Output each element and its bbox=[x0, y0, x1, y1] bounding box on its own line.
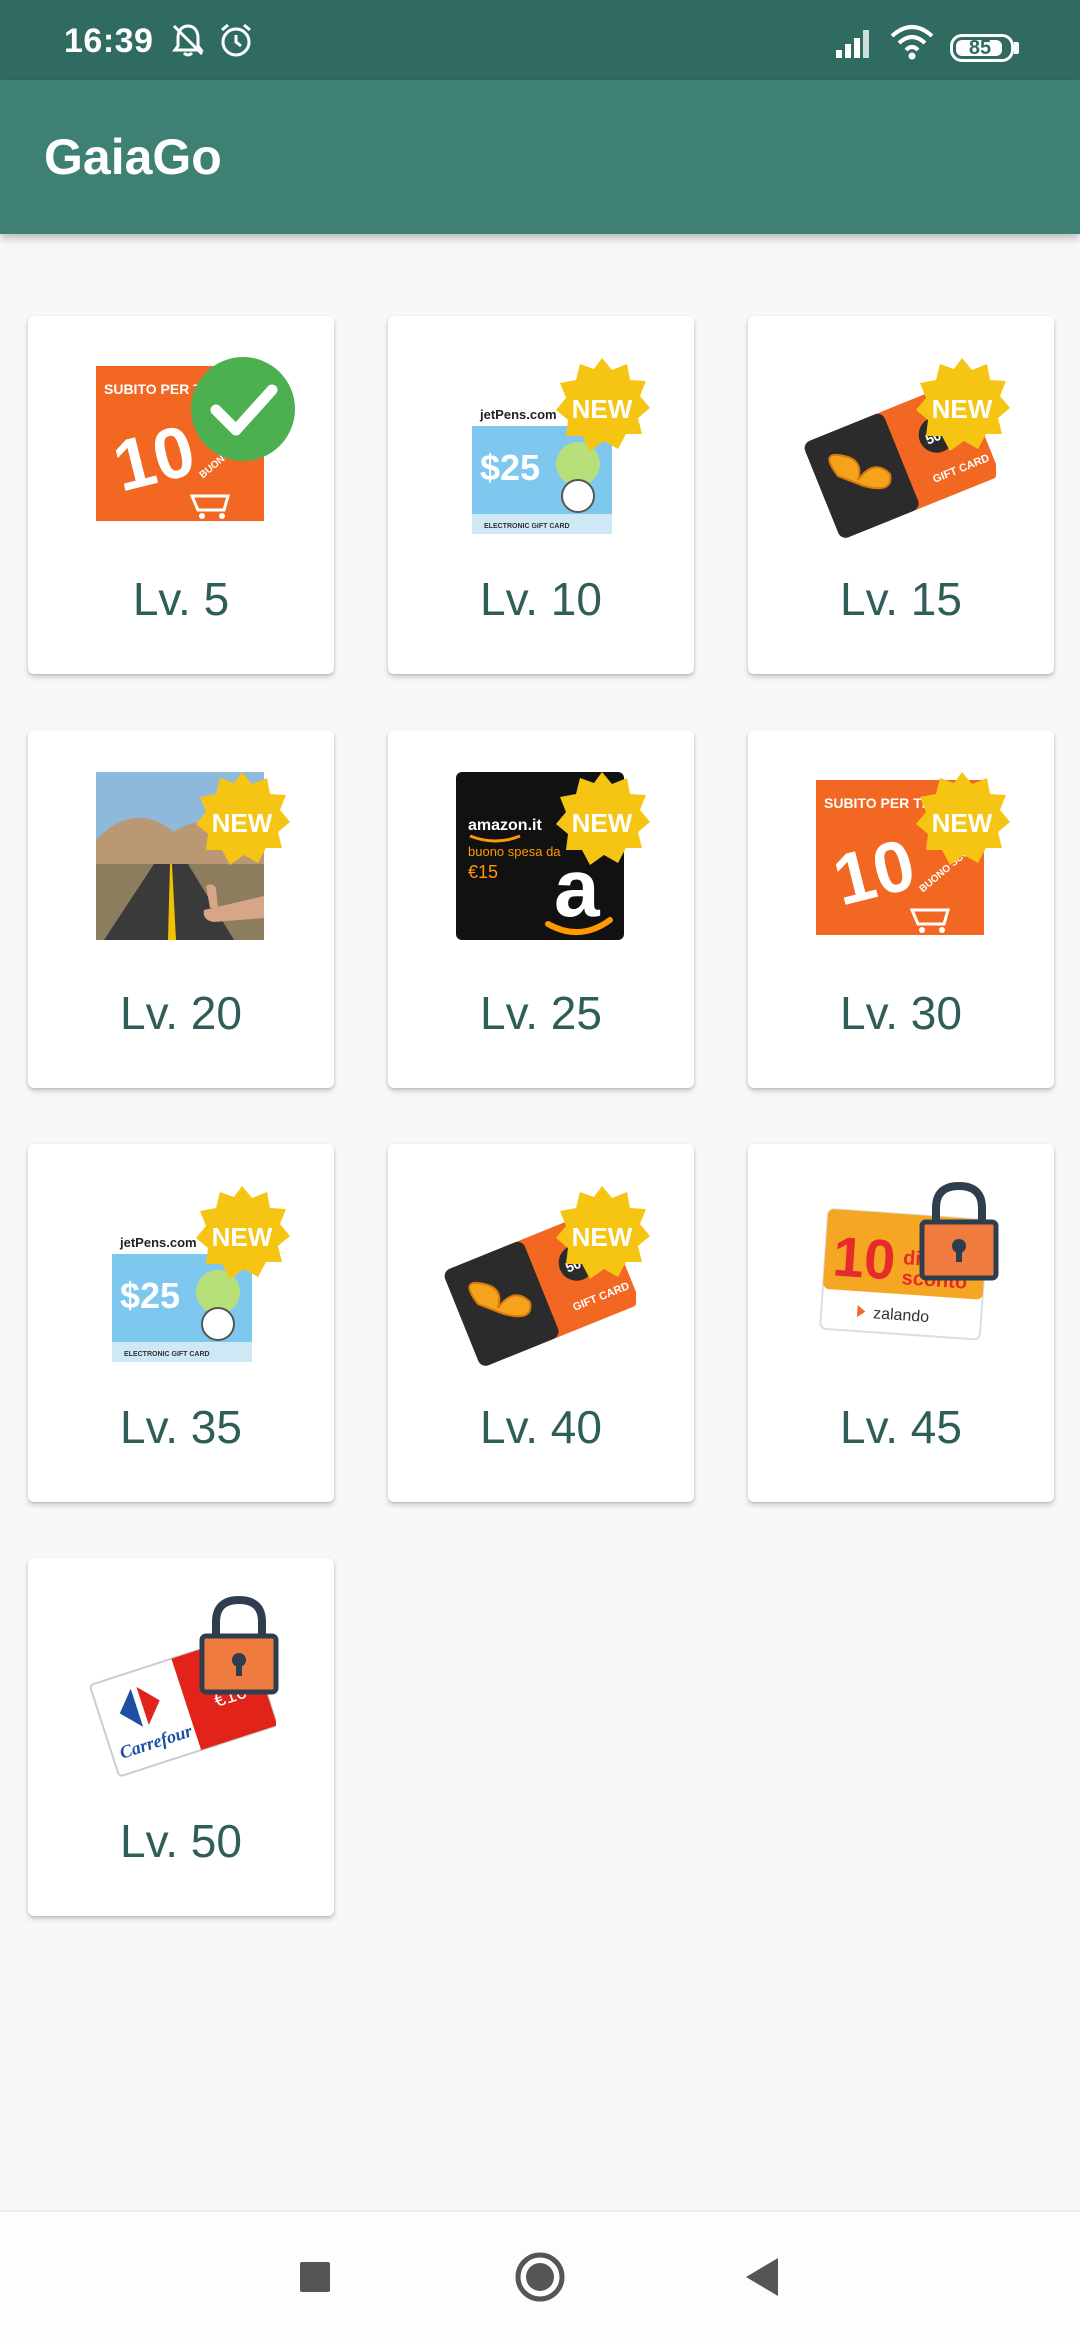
svg-text:amazon.it: amazon.it bbox=[468, 817, 542, 834]
reward-card-lv40[interactable]: 50€ GIFT CARD NEW Lv. 40 bbox=[388, 1144, 694, 1502]
svg-text:NEW: NEW bbox=[212, 808, 273, 838]
reward-card-lv35[interactable]: jetPens.com $25 ELECTRONIC GIFT CARD NEW… bbox=[28, 1144, 334, 1502]
svg-text:ELECTRONIC GIFT CARD: ELECTRONIC GIFT CARD bbox=[124, 1351, 210, 1358]
svg-text:NEW: NEW bbox=[932, 394, 993, 424]
status-time: 16:39 bbox=[64, 22, 154, 60]
new-badge-icon: NEW bbox=[196, 1186, 290, 1279]
battery-indicator: 85 bbox=[950, 34, 1014, 62]
svg-text:jetPens.com: jetPens.com bbox=[119, 1235, 197, 1250]
battery-level: 85 bbox=[968, 37, 992, 59]
app-title: GaiaGo bbox=[44, 129, 222, 185]
bell-off-icon bbox=[172, 24, 204, 57]
new-badge-icon: NEW bbox=[916, 772, 1010, 865]
lock-icon bbox=[199, 1595, 279, 1695]
completed-check-icon bbox=[191, 357, 295, 461]
reward-card-lv15[interactable]: 50€ GIFT CARD NEW Lv. 15 bbox=[748, 316, 1054, 674]
reward-card-lv30[interactable]: SUBITO PER TE 10 BUONO SCONTO NEW Lv. 30 bbox=[748, 730, 1054, 1088]
svg-text:10: 10 bbox=[831, 1224, 898, 1291]
level-label: Lv. 25 bbox=[480, 987, 602, 1039]
alarm-icon bbox=[221, 23, 251, 57]
wifi-icon bbox=[890, 25, 934, 60]
svg-text:€15: €15 bbox=[468, 862, 498, 882]
svg-text:buono spesa da: buono spesa da bbox=[468, 844, 561, 859]
reward-card-lv10[interactable]: jetPens.com $25 ELECTRONIC GIFT CARD NEW… bbox=[388, 316, 694, 674]
navigation-bar bbox=[0, 2210, 1080, 2342]
new-badge-icon: NEW bbox=[196, 772, 290, 865]
reward-card-lv45[interactable]: 10 di sconto zalando Lv. 45 bbox=[748, 1144, 1054, 1502]
reward-card-lv50[interactable]: Carrefour €10 Lv. 50 bbox=[28, 1558, 334, 1916]
level-label: Lv. 30 bbox=[840, 987, 962, 1039]
svg-text:$25: $25 bbox=[120, 1275, 180, 1316]
level-label: Lv. 20 bbox=[120, 987, 242, 1039]
svg-text:NEW: NEW bbox=[932, 808, 993, 838]
new-badge-icon: NEW bbox=[556, 772, 650, 865]
app-bar: GaiaGo bbox=[0, 80, 1080, 234]
home-icon[interactable] bbox=[505, 2242, 575, 2312]
svg-text:NEW: NEW bbox=[572, 394, 633, 424]
level-label: Lv. 50 bbox=[120, 1815, 242, 1867]
svg-text:NEW: NEW bbox=[212, 1222, 273, 1252]
reward-card-lv5[interactable]: SUBITO PER TE 10 BUONO SCONTO Lv. 5 bbox=[28, 316, 334, 674]
svg-text:jetPens.com: jetPens.com bbox=[479, 407, 557, 422]
lock-icon bbox=[919, 1181, 999, 1281]
level-label: Lv. 40 bbox=[480, 1401, 602, 1453]
level-label: Lv. 15 bbox=[840, 573, 962, 625]
svg-text:NEW: NEW bbox=[572, 808, 633, 838]
level-label: Lv. 5 bbox=[132, 573, 230, 625]
new-badge-icon: NEW bbox=[556, 358, 650, 451]
recents-icon[interactable] bbox=[280, 2242, 350, 2312]
back-icon[interactable] bbox=[728, 2242, 798, 2312]
svg-text:NEW: NEW bbox=[572, 1222, 633, 1252]
new-badge-icon: NEW bbox=[916, 358, 1010, 451]
reward-card-lv25[interactable]: amazon.it buono spesa da €15 a NEW Lv. 2… bbox=[388, 730, 694, 1088]
status-bar: 16:39 85 bbox=[0, 0, 1080, 80]
level-label: Lv. 45 bbox=[840, 1401, 962, 1453]
reward-card-lv20[interactable]: NEW Lv. 20 bbox=[28, 730, 334, 1088]
level-label: Lv. 35 bbox=[120, 1401, 242, 1453]
svg-text:ELECTRONIC GIFT CARD: ELECTRONIC GIFT CARD bbox=[484, 523, 570, 530]
signal-icon bbox=[836, 30, 869, 58]
svg-text:$25: $25 bbox=[480, 447, 540, 488]
level-label: Lv. 10 bbox=[480, 573, 602, 625]
new-badge-icon: NEW bbox=[556, 1186, 650, 1279]
battery-tip bbox=[1014, 42, 1019, 54]
